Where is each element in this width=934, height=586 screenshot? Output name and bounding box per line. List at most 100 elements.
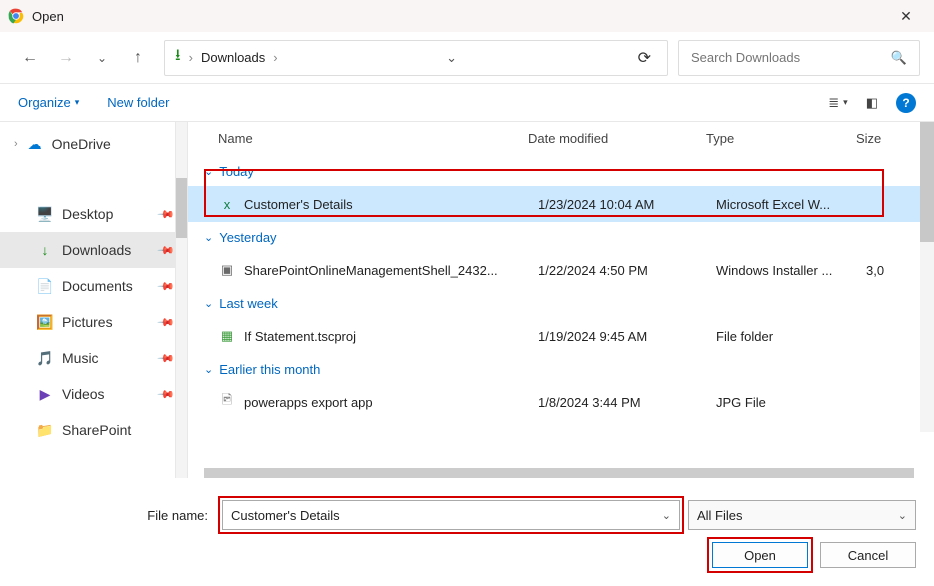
sidebar-item-documents[interactable]: 📄 Documents 📌 [0,268,187,304]
pin-icon: 📌 [157,313,176,332]
sidebar-item-label: Downloads [62,242,131,258]
address-chevron-icon[interactable]: ⌄ [446,50,463,66]
file-list-area: Name Date modified Type Size ⌄ Today x Cust… [188,122,934,478]
folder-icon: 🖥️ [36,205,54,223]
group-label: Last week [219,296,278,311]
chevron-down-icon: ⌄ [898,509,907,522]
preview-pane-button[interactable]: ◧ [866,95,878,111]
file-name: powerapps export app [244,395,538,410]
sidebar-item-music[interactable]: 🎵 Music 📌 [0,340,187,376]
file-row[interactable]: xCustomer's Details1/23/2024 10:04 AMMic… [188,186,934,222]
file-row[interactable]: ▣SharePointOnlineManagementShell_2432...… [188,252,934,288]
sidebar-item-label: Videos [62,386,105,402]
sidebar-item-pictures[interactable]: 🖼️ Pictures 📌 [0,304,187,340]
file-name: If Statement.tscproj [244,329,538,344]
folder-icon: 📁 [36,421,54,439]
pin-icon: 📌 [157,205,176,224]
onedrive-icon: ☁ [26,135,44,153]
column-type[interactable]: Type [706,131,856,146]
pin-icon: 📌 [157,277,176,296]
filename-label: File name: [18,508,214,523]
group-header[interactable]: ⌄ Yesterday [188,222,934,252]
file-date: 1/22/2024 4:50 PM [538,263,716,278]
new-folder-button[interactable]: New folder [107,95,169,110]
folder-icon: ↓ [36,241,54,259]
window-title: Open [32,9,886,24]
bottom-panel: File name: Customer's Details ⌄ All File… [0,486,934,586]
file-icon: x [218,197,236,212]
column-header-row: Name Date modified Type Size [188,122,934,156]
cancel-button[interactable]: Cancel [820,542,916,568]
chevron-down-icon: ⌄ [204,165,213,178]
chevron-down-icon: ⌄ [204,297,213,310]
organize-button[interactable]: Organize ▾ [18,95,79,110]
forward-button[interactable]: → [50,42,82,74]
search-input[interactable] [691,50,891,65]
chevron-right-icon: › [14,138,18,150]
file-date: 1/19/2024 9:45 AM [538,329,716,344]
sidebar-onedrive[interactable]: › ☁ OneDrive [0,126,187,162]
sidebar-item-label: Pictures [62,314,113,330]
navbar: ← → ⌄ ↑ ⭳ › Downloads › ⌄ ⟳ 🔍 [0,32,934,84]
sidebar-item-sharepoint[interactable]: 📁SharePoint [0,412,187,448]
sidebar-item-desktop[interactable]: 🖥️ Desktop 📌 [0,196,187,232]
pin-icon: 📌 [157,349,176,368]
toolbar: Organize ▾ New folder ≣ ▾ ◧ ? [0,84,934,122]
file-row[interactable]: 🖻powerapps export app1/8/2024 3:44 PMJPG… [188,384,934,420]
group-header[interactable]: ⌄Earlier this month [188,354,934,384]
sidebar: › ☁ OneDrive 🖥️ Desktop 📌 ↓ Downloads 📌 📄 Docum… [0,122,188,478]
chrome-icon [8,8,24,24]
sidebar-scrollbar[interactable] [175,122,187,478]
titlebar: Open ✕ [0,0,934,32]
sidebar-item-videos[interactable]: ▶ Videos 📌 [0,376,187,412]
up-button[interactable]: ↑ [122,42,154,74]
address-bar[interactable]: ⭳ › Downloads › ⌄ ⟳ [164,40,668,76]
file-type: Windows Installer ... [716,263,866,278]
pin-icon: 📌 [157,385,176,404]
recent-locations-button[interactable]: ⌄ [86,42,118,74]
close-button[interactable]: ✕ [886,0,926,32]
filter-combo[interactable]: All Files ⌄ [688,500,916,530]
column-name[interactable]: Name [218,131,528,146]
chevron-down-icon: ▾ [75,97,80,108]
file-row[interactable]: ▦If Statement.tscproj1/19/2024 9:45 AMFi… [188,318,934,354]
sidebar-item-downloads[interactable]: ↓Downloads📌 [0,232,187,268]
filearea-scrollbar-v[interactable] [920,122,934,432]
file-name: Customer's Details [244,197,538,212]
group-label: Today [219,164,254,179]
filearea-scrollbar-h[interactable] [204,468,914,478]
folder-icon: 🎵 [36,349,54,367]
search-box[interactable]: 🔍 [678,40,920,76]
group-header[interactable]: ⌄ Today [188,156,934,186]
folder-icon: 📄 [36,277,54,295]
folder-icon: ▶ [36,385,54,403]
breadcrumb[interactable]: Downloads [201,50,265,65]
download-icon: ⭳ [175,44,181,71]
back-button[interactable]: ← [14,42,46,74]
column-date[interactable]: Date modified [528,131,706,146]
group-label: Yesterday [219,230,276,245]
file-type: JPG File [716,395,866,410]
refresh-button[interactable]: ⟳ [632,48,657,68]
breadcrumb-sep2: › [273,50,277,65]
main-area: › ☁ OneDrive 🖥️ Desktop 📌 ↓ Downloads 📌 📄 Docum… [0,122,934,478]
filename-value: Customer's Details [231,508,340,523]
sidebar-item-label: Documents [62,278,133,294]
chevron-down-icon: ⌄ [204,363,213,376]
sidebar-item-label: Music [62,350,99,366]
help-icon[interactable]: ? [896,93,916,113]
file-icon: ▦ [218,328,236,344]
folder-icon: 🖼️ [36,313,54,331]
organize-label: Organize [18,95,71,110]
group-header[interactable]: ⌄ Last week [188,288,934,318]
search-icon: 🔍 [891,50,907,66]
open-button[interactable]: Open [712,542,808,568]
file-date: 1/8/2024 3:44 PM [538,395,716,410]
filename-combo[interactable]: Customer's Details ⌄ [222,500,680,530]
file-name: SharePointOnlineManagementShell_2432... [244,263,538,278]
view-mode-button[interactable]: ≣ ▾ [828,95,847,111]
sidebar-item-label: Desktop [62,206,113,222]
chevron-down-icon: ⌄ [204,231,213,244]
file-type: Microsoft Excel W... [716,197,866,212]
chevron-down-icon: ⌄ [662,509,671,522]
